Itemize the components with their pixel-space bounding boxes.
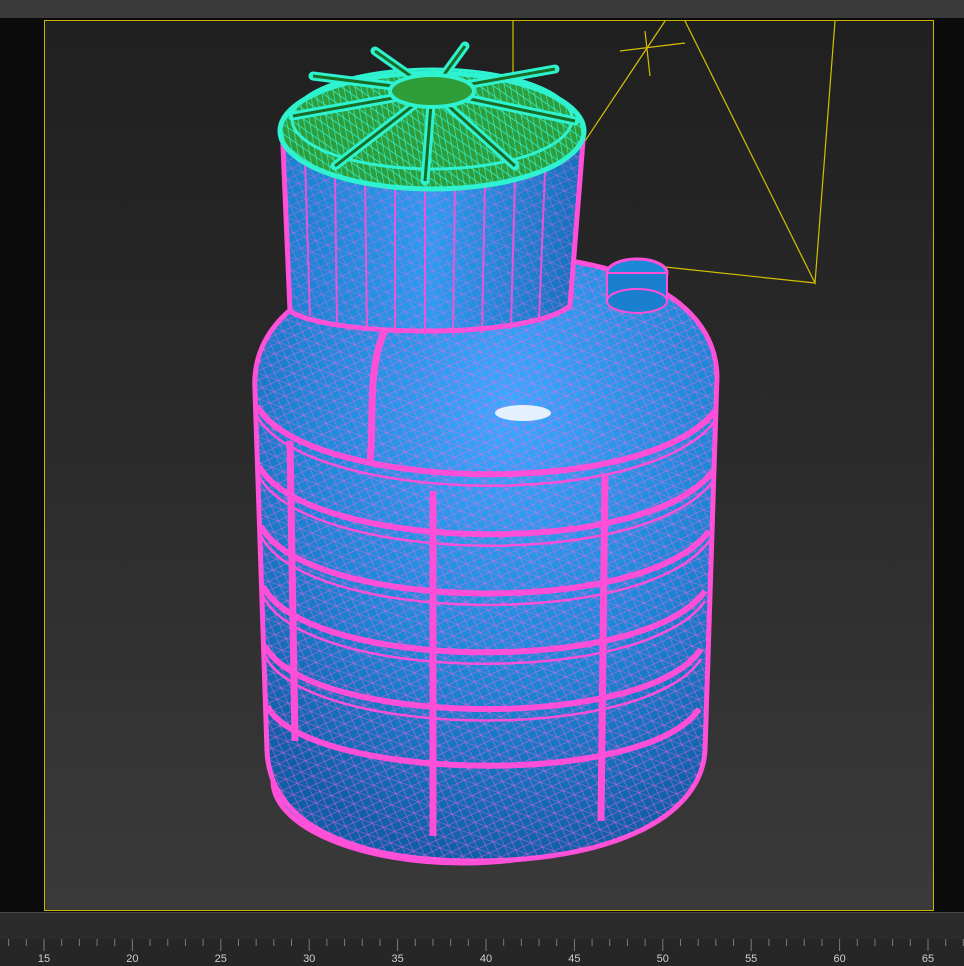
- ruler-tick-label: 20: [126, 953, 139, 965]
- ruler-tick-label: 45: [568, 953, 581, 965]
- ruler-tick-label: 65: [921, 953, 935, 965]
- ruler-tick-label: 55: [745, 953, 758, 965]
- timeline-panel[interactable]: 15 20 25 30 35 40 45 50 55 60 65: [0, 912, 964, 966]
- viewport-title-bar: [0, 0, 964, 18]
- specular-highlight: [495, 405, 551, 421]
- ruler-tick-label: 40: [479, 953, 493, 965]
- safe-frame: [44, 20, 934, 911]
- ruler-tick-label: 50: [656, 953, 669, 965]
- ruler-tick-label: 25: [214, 953, 227, 965]
- side-port: [605, 257, 669, 314]
- frame-ruler[interactable]: 15 20 25 30 35 40 45 50 55 60 65: [0, 939, 964, 966]
- ruler-tick-label: 60: [833, 953, 846, 965]
- ruler-tick-label: 35: [391, 953, 404, 965]
- ruler-tick-label: 30: [303, 953, 316, 965]
- perspective-viewport[interactable]: [0, 18, 964, 912]
- tank-wireframe-model[interactable]: [45, 21, 934, 911]
- ruler-tick-label: 15: [37, 953, 51, 965]
